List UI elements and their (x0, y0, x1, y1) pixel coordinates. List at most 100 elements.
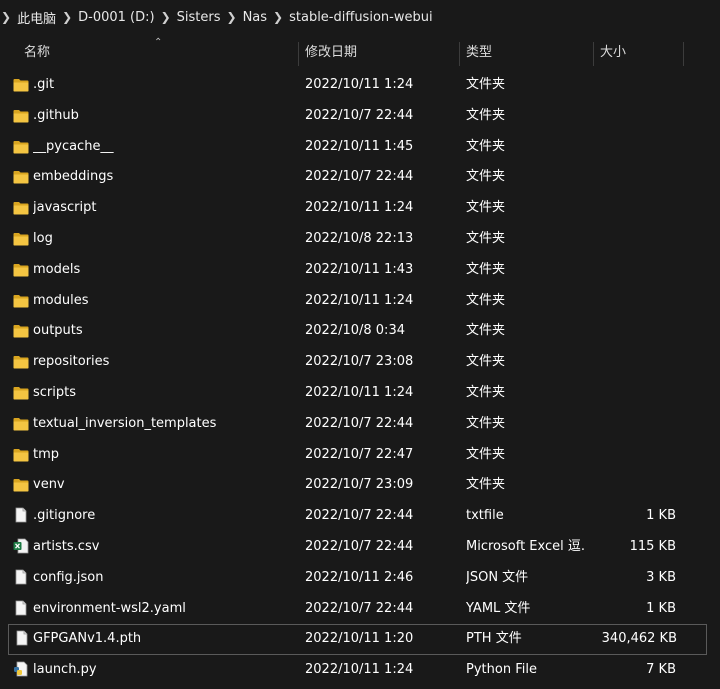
file-size (556, 255, 676, 286)
column-divider[interactable] (593, 42, 594, 66)
file-row-gfpganv1-4-pth[interactable]: GFPGANv1.4.pth 2022/10/11 1:20 PTH 文件 340,4… (8, 624, 707, 656)
file-row-repositories[interactable]: repositories 2022/10/7 23:08 文件夹 (0, 347, 720, 378)
breadcrumb-item-nas[interactable]: Nas (243, 10, 267, 25)
file-row-venv[interactable]: venv 2022/10/7 23:09 文件夹 (0, 470, 720, 501)
column-divider[interactable] (683, 42, 684, 66)
folder-icon (13, 324, 29, 338)
file-size: 115 KB (629, 538, 676, 554)
file-size: 1 KB (646, 508, 676, 524)
file-row-models[interactable]: models 2022/10/11 1:43 文件夹 (0, 255, 720, 286)
folder-icon (13, 355, 29, 369)
file-date-modified: 2022/10/7 22:44 (305, 600, 414, 616)
file-date-modified: 2022/10/11 1:24 (305, 200, 414, 216)
file-name: venv (33, 477, 65, 493)
folder-icon (13, 78, 29, 92)
folder-icon (13, 478, 29, 492)
column-header-type[interactable]: 类型 (466, 38, 492, 68)
file-date-modified: 2022/10/7 22:44 (305, 169, 414, 185)
file-row-outputs[interactable]: outputs 2022/10/8 0:34 文件夹 (0, 316, 720, 347)
file-size (556, 440, 676, 471)
file-size: 3 KB (646, 569, 676, 585)
file-date-modified: 2022/10/7 22:44 (305, 415, 414, 431)
file-size: 340,462 KB (601, 631, 677, 647)
file-icon (14, 630, 30, 646)
file-row-git[interactable]: .git 2022/10/11 1:24 文件夹 (0, 70, 720, 101)
file-size (556, 347, 676, 378)
chevron-right-icon[interactable]: ❯ (161, 10, 171, 24)
file-size (556, 162, 676, 193)
breadcrumb: ❯ 此电脑 ❯ D-0001 (D:) ❯ Sisters ❯ Nas ❯ st… (0, 0, 720, 34)
folder-icon (13, 417, 29, 431)
file-size (556, 378, 676, 409)
file-size (556, 101, 676, 132)
file-name: environment-wsl2.yaml (33, 600, 186, 616)
file-name: artists.csv (33, 538, 100, 554)
file-list: .git 2022/10/11 1:24 文件夹 .github 2022/10/7 2… (0, 70, 720, 686)
file-row-javascript[interactable]: javascript 2022/10/11 1:24 文件夹 (0, 193, 720, 224)
column-header-date[interactable]: 修改日期 (305, 38, 357, 68)
folder-icon (13, 386, 29, 400)
file-icon (13, 507, 29, 523)
file-size (556, 224, 676, 255)
file-size (556, 70, 676, 101)
file-date-modified: 2022/10/11 1:43 (305, 261, 414, 277)
file-size: 1 KB (646, 600, 676, 616)
column-divider[interactable] (298, 42, 299, 66)
breadcrumb-item-this-pc[interactable]: 此电脑 (17, 8, 56, 27)
file-date-modified: 2022/10/8 0:34 (305, 323, 405, 339)
folder-icon (13, 109, 29, 123)
file-row-tmp[interactable]: tmp 2022/10/7 22:47 文件夹 (0, 440, 720, 471)
breadcrumb-item-drive[interactable]: D-0001 (D:) (78, 10, 154, 25)
file-size (556, 193, 676, 224)
folder-icon (13, 232, 29, 246)
chevron-right-icon[interactable]: ❯ (1, 10, 11, 24)
file-date-modified: 2022/10/7 22:44 (305, 107, 414, 123)
file-row-config-json[interactable]: config.json 2022/10/11 2:46 JSON 文件 3 KB (0, 563, 720, 594)
file-name: .gitignore (33, 508, 96, 524)
folder-icon (13, 448, 29, 462)
file-size: 7 KB (646, 662, 676, 678)
column-header: ⌃ 名称 修改日期 类型 大小 (0, 37, 720, 68)
folder-icon (13, 170, 29, 184)
breadcrumb-item-current-folder[interactable]: stable-diffusion-webui (289, 10, 432, 25)
file-name: repositories (33, 354, 110, 370)
file-row-scripts[interactable]: scripts 2022/10/11 1:24 文件夹 (0, 378, 720, 409)
file-size (556, 409, 676, 440)
file-date-modified: 2022/10/11 1:24 (305, 77, 414, 92)
file-row-modules[interactable]: modules 2022/10/11 1:24 文件夹 (0, 286, 720, 317)
chevron-right-icon[interactable]: ❯ (62, 10, 72, 24)
file-row-embeddings[interactable]: embeddings 2022/10/7 22:44 文件夹 (0, 162, 720, 193)
folder-icon (13, 140, 29, 154)
file-name: scripts (33, 384, 76, 400)
folder-icon (13, 263, 29, 277)
file-name: __pycache__ (33, 138, 114, 154)
file-name: modules (33, 292, 89, 308)
sort-ascending-icon: ⌃ (154, 37, 163, 48)
column-header-size[interactable]: 大小 (600, 38, 626, 68)
file-icon (13, 569, 29, 585)
file-row-artists-csv[interactable]: artists.csv 2022/10/7 22:44 Microsoft Exce… (0, 532, 720, 563)
file-date-modified: 2022/10/7 23:08 (305, 354, 414, 370)
file-date-modified: 2022/10/7 22:44 (305, 538, 414, 554)
file-row-textual-inversion-templates[interactable]: textual_inversion_templates 2022/10/7 22:… (0, 409, 720, 440)
file-row-launch-py[interactable]: launch.py 2022/10/11 1:24 Python File 7 KB (0, 655, 720, 686)
column-header-name[interactable]: 名称 (24, 38, 50, 68)
chevron-right-icon[interactable]: ❯ (227, 10, 237, 24)
file-row-log[interactable]: log 2022/10/8 22:13 文件夹 (0, 224, 720, 255)
file-date-modified: 2022/10/7 23:09 (305, 477, 414, 493)
file-date-modified: 2022/10/7 22:47 (305, 446, 414, 462)
file-name: outputs (33, 323, 83, 339)
file-name: .git (33, 77, 55, 92)
file-date-modified: 2022/10/11 1:45 (305, 138, 414, 154)
column-divider[interactable] (459, 42, 460, 66)
file-icon (13, 600, 29, 616)
breadcrumb-item-sisters[interactable]: Sisters (177, 10, 221, 25)
file-row-gitignore[interactable]: .gitignore 2022/10/7 22:44 txtfile 1 KB (0, 501, 720, 532)
file-row-pycache[interactable]: __pycache__ 2022/10/11 1:45 文件夹 (0, 132, 720, 163)
chevron-right-icon[interactable]: ❯ (273, 10, 283, 24)
file-name: GFPGANv1.4.pth (33, 631, 142, 647)
file-row-environment-wsl2-yaml[interactable]: environment-wsl2.yaml 2022/10/7 22:44 YAML… (0, 594, 720, 625)
file-row-github[interactable]: .github 2022/10/7 22:44 文件夹 (0, 101, 720, 132)
file-name: models (33, 261, 81, 277)
file-size (556, 470, 676, 501)
